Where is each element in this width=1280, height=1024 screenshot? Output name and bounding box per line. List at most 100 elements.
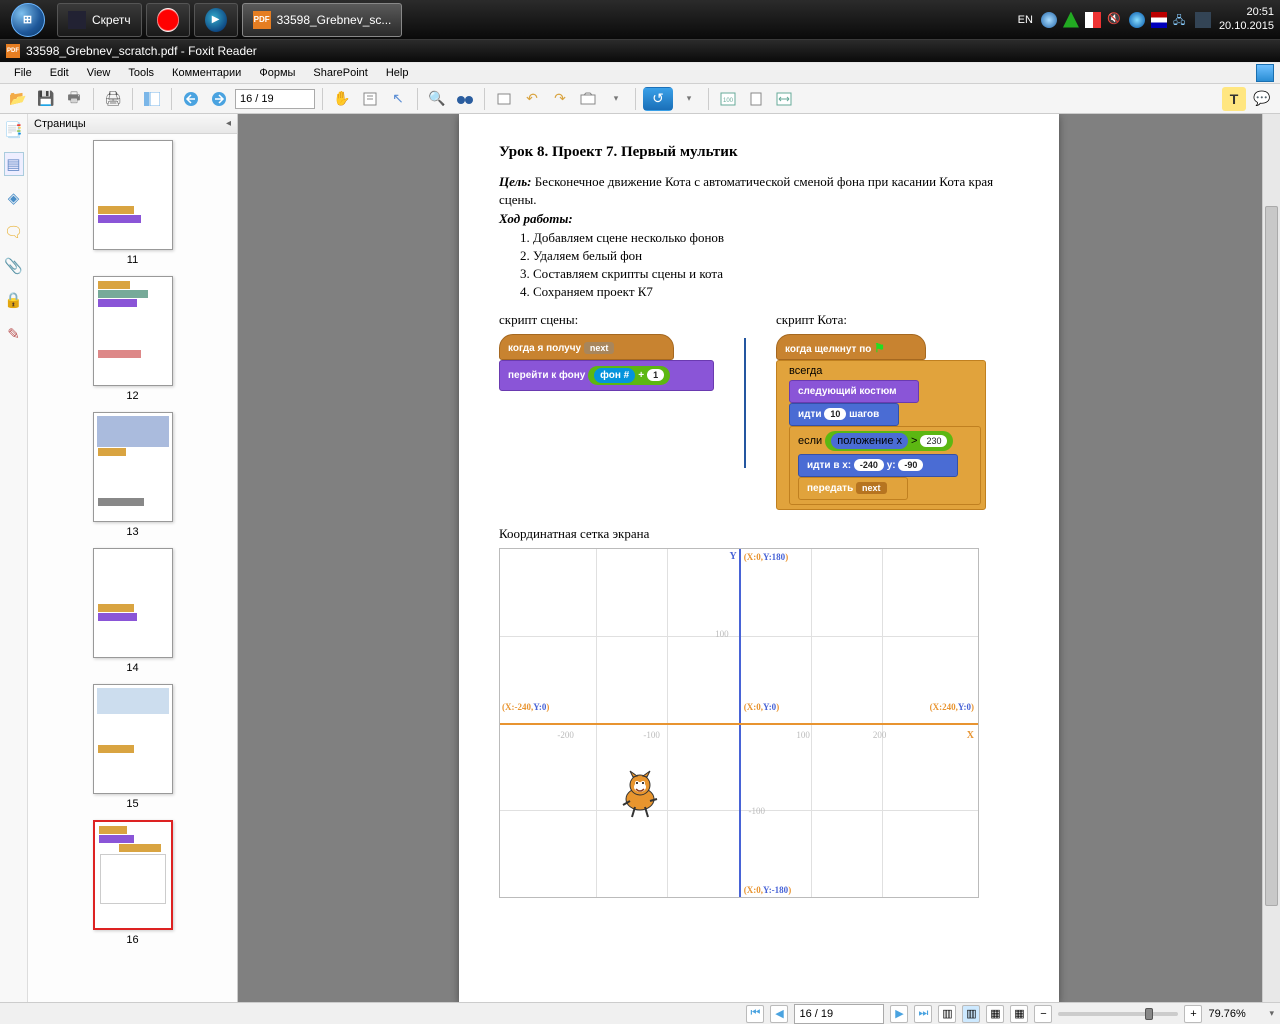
- network-icon[interactable]: 🖧: [1173, 12, 1189, 28]
- thumb-page-number: 16: [126, 934, 138, 946]
- thumbnail[interactable]: 15: [28, 684, 237, 810]
- tray-icons: 🔇 🖧: [1041, 12, 1211, 28]
- zoom-actual-icon[interactable]: 100: [716, 87, 740, 111]
- broadcast-block: передать next: [798, 477, 908, 500]
- fullscreen-icon[interactable]: [1256, 64, 1274, 82]
- rotate-left-icon[interactable]: ↶: [520, 87, 544, 111]
- thumbnail[interactable]: 14: [28, 548, 237, 674]
- start-button[interactable]: ⊞: [0, 0, 55, 40]
- panel-title: Страницы: [34, 118, 86, 130]
- print-icon[interactable]: 🖶: [62, 87, 86, 111]
- page-number-input[interactable]: [235, 89, 315, 109]
- vertical-scrollbar[interactable]: [1262, 114, 1280, 1002]
- first-page-icon[interactable]: ⏮: [746, 1005, 764, 1023]
- menu-view[interactable]: View: [79, 65, 119, 81]
- attachments-tab-icon[interactable]: 📎: [4, 254, 24, 278]
- panel-toggle-icon[interactable]: [140, 87, 164, 111]
- separator: [708, 88, 709, 110]
- snapshot-icon[interactable]: [576, 87, 600, 111]
- view-mode-icon[interactable]: ▥: [962, 1005, 980, 1023]
- scratch-hat-flag-block: когда щелкнут по ⚑: [776, 334, 926, 360]
- taskbar-item-foxit[interactable]: PDF 33598_Grebnev_sc...: [242, 3, 403, 37]
- number-input: -90: [898, 459, 923, 471]
- dropdown-icon[interactable]: ▾: [677, 87, 701, 111]
- fit-width-icon[interactable]: [772, 87, 796, 111]
- tray-icon[interactable]: [1195, 12, 1211, 28]
- binoculars-icon[interactable]: [453, 87, 477, 111]
- clock-date: 20.10.2015: [1219, 20, 1274, 33]
- tray-icon[interactable]: [1041, 12, 1057, 28]
- dropdown-icon[interactable]: ▾: [604, 87, 628, 111]
- menu-sharepoint[interactable]: SharePoint: [305, 65, 375, 81]
- menu-comments[interactable]: Комментарии: [164, 65, 249, 81]
- select-text-icon[interactable]: [358, 87, 382, 111]
- security-tab-icon[interactable]: 🔒: [4, 288, 24, 312]
- note-icon[interactable]: 💬: [1250, 87, 1274, 111]
- volume-icon[interactable]: 🔇: [1107, 12, 1123, 28]
- signatures-tab-icon[interactable]: ✎: [4, 322, 24, 346]
- next-page-icon[interactable]: [207, 87, 231, 111]
- cat-script-label: скрипт Кота:: [776, 312, 986, 328]
- next-page-icon[interactable]: ▶: [890, 1005, 908, 1023]
- thumbnail[interactable]: 12: [28, 276, 237, 402]
- bookmarks-tab-icon[interactable]: 📑: [4, 118, 24, 142]
- taskbar-item-wmp[interactable]: ▶: [194, 3, 238, 37]
- document-view[interactable]: Урок 8. Проект 7. Первый мультик Цель: Б…: [238, 114, 1280, 1002]
- flag-icon[interactable]: [1151, 12, 1167, 28]
- view-mode-icon[interactable]: ▦: [986, 1005, 1004, 1023]
- taskbar-item-scratch[interactable]: Скретч: [57, 3, 142, 37]
- thumbnail-list[interactable]: 11 12 13 14 15 16: [28, 134, 237, 1002]
- typewriter-icon[interactable]: [492, 87, 516, 111]
- block-text: идти в x:: [807, 460, 851, 471]
- pages-tab-icon[interactable]: ▤: [4, 152, 24, 176]
- status-page-input[interactable]: [794, 1004, 884, 1024]
- thumbnail[interactable]: 11: [28, 140, 237, 266]
- tray-icon[interactable]: [1063, 12, 1079, 28]
- tray-icon[interactable]: [1129, 12, 1145, 28]
- prev-page-icon[interactable]: ◀: [770, 1005, 788, 1023]
- y-axis-label: Y: [729, 551, 736, 562]
- view-mode-icon[interactable]: ▦: [1010, 1005, 1028, 1023]
- separator: [417, 88, 418, 110]
- zoom-slider[interactable]: [1058, 1012, 1178, 1016]
- thumb-page-number: 11: [127, 254, 138, 266]
- scene-script-column: скрипт сцены: когда я получу next перейт…: [499, 312, 714, 510]
- collapse-icon[interactable]: ◂: [226, 118, 231, 129]
- search-icon[interactable]: 🔍: [425, 87, 449, 111]
- scrollbar-thumb[interactable]: [1265, 206, 1278, 906]
- separator: [322, 88, 323, 110]
- clock[interactable]: 20:51 20.10.2015: [1219, 6, 1274, 32]
- block-text: идти: [798, 409, 822, 420]
- menu-help[interactable]: Help: [378, 65, 417, 81]
- coordinate-grid: Y X (X:0,Y:180) (X:0,Y:-180) (X:-240,Y:0…: [499, 548, 979, 898]
- shield-icon[interactable]: [1085, 12, 1101, 28]
- zoom-out-icon[interactable]: −: [1034, 1005, 1052, 1023]
- prev-page-icon[interactable]: [179, 87, 203, 111]
- thumbnail[interactable]: 13: [28, 412, 237, 538]
- print-icon[interactable]: 🖨: [101, 87, 125, 111]
- language-indicator[interactable]: EN: [1018, 14, 1033, 26]
- last-page-icon[interactable]: ⏭: [914, 1005, 932, 1023]
- dropdown-value: next: [584, 342, 615, 354]
- cursor-icon[interactable]: ↖: [386, 87, 410, 111]
- menu-edit[interactable]: Edit: [42, 65, 77, 81]
- thumbnail[interactable]: 16: [28, 820, 237, 946]
- menu-file[interactable]: File: [6, 65, 40, 81]
- save-icon[interactable]: 💾: [34, 87, 58, 111]
- view-mode-icon[interactable]: ▥: [938, 1005, 956, 1023]
- menu-forms[interactable]: Формы: [251, 65, 303, 81]
- svg-text:100: 100: [723, 98, 734, 104]
- hand-tool-icon[interactable]: ✋: [330, 87, 354, 111]
- zoom-dropdown-icon[interactable]: ▾: [1269, 1008, 1274, 1019]
- fit-page-icon[interactable]: [744, 87, 768, 111]
- open-icon[interactable]: 📂: [6, 87, 30, 111]
- menu-tools[interactable]: Tools: [120, 65, 162, 81]
- divider: [744, 338, 746, 468]
- taskbar-item-yandex[interactable]: [146, 3, 190, 37]
- share-icon[interactable]: ↺: [643, 87, 673, 111]
- zoom-in-icon[interactable]: +: [1184, 1005, 1202, 1023]
- comments-tab-icon[interactable]: 🗨: [4, 220, 24, 244]
- rotate-right-icon[interactable]: ↷: [548, 87, 572, 111]
- highlight-icon[interactable]: T: [1222, 87, 1246, 111]
- layers-tab-icon[interactable]: ◈: [4, 186, 24, 210]
